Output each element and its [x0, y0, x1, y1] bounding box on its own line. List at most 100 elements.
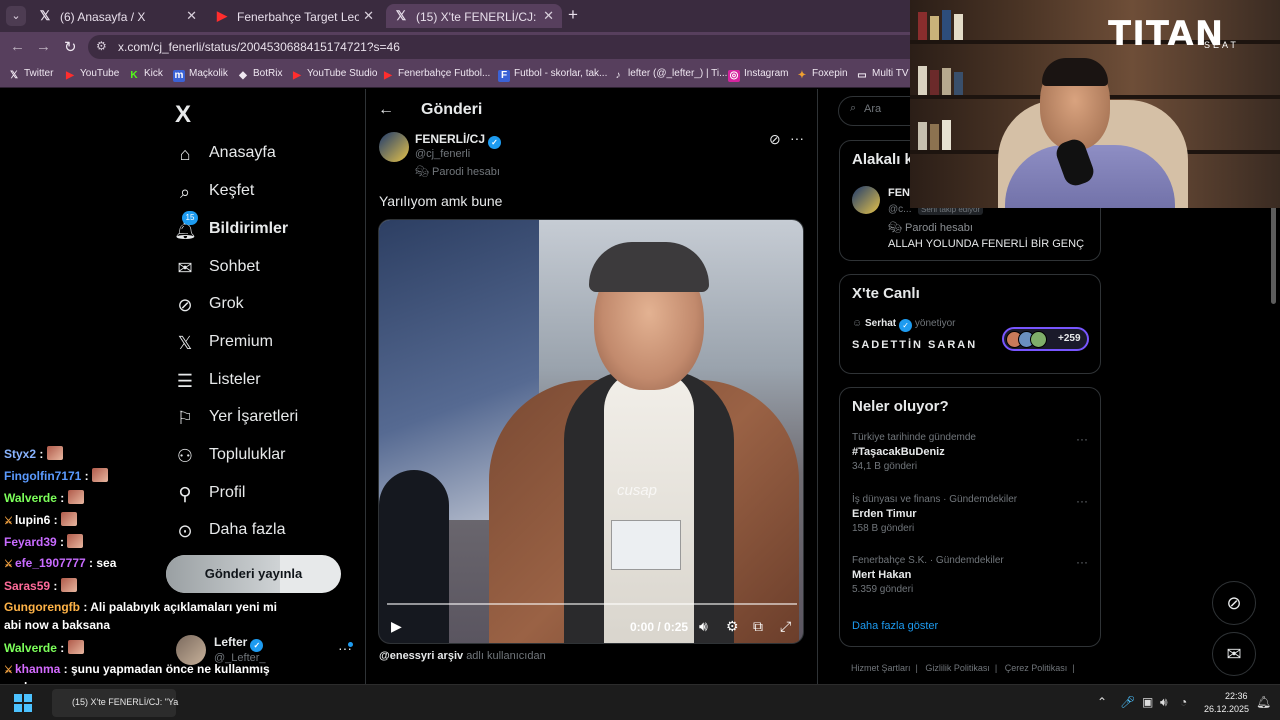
wifi-icon[interactable]: ◔ [1180, 695, 1187, 709]
home-icon: ⌂ [179, 144, 191, 164]
chat-message: ⚔ khanma : şunu yapmadan önce ne kullanmı… [4, 662, 270, 676]
live-on-x-card[interactable]: X'te Canlı ☺ Serhat ✓ yönetiyor SADETTİN … [839, 274, 1101, 374]
microphone-icon[interactable]: 🎤︎ [1120, 695, 1135, 709]
new-tab-button[interactable]: + [568, 6, 578, 24]
bookmark-futbol[interactable]: F Futbol - skorlar, tak... [498, 68, 607, 82]
footer-link[interactable]: Çerez Politikası [1005, 663, 1068, 673]
volume-icon[interactable]: 🔊︎ [1160, 695, 1168, 710]
trend-name: #TaşacakBuDeniz [852, 446, 945, 458]
search-placeholder: Ara [864, 103, 882, 115]
fullscreen-icon[interactable]: ⤢ [780, 618, 791, 635]
streamer-hair [1042, 58, 1108, 86]
settings-icon[interactable]: ⚙ [726, 618, 739, 635]
tab-home[interactable]: 𝕏 (6) Anasayfa / X ✕ [30, 4, 205, 28]
host-avatar-icon: ☺ [852, 318, 865, 329]
reload-icon[interactable]: ↻ [64, 38, 77, 56]
sub-badge-icon: ⚔ [4, 559, 13, 570]
footer-link[interactable]: Hizmet Şartları [851, 663, 911, 673]
grok-fab-button[interactable]: ⊘ [1212, 581, 1256, 625]
parody-label: 🎭︎ Parodi hesabı [888, 222, 973, 234]
bookmark-twitter[interactable]: 𝕏 Twitter [8, 68, 53, 82]
verified-icon: ✓ [488, 136, 502, 149]
bookmark-foxepin[interactable]: ✦ Foxepin [796, 68, 848, 82]
bookmark-fenerbahce[interactable]: ▶ Fenerbahçe Futbol... [382, 68, 490, 82]
tweet-author-handle[interactable]: @cj_fenerli [415, 148, 470, 160]
book [942, 120, 951, 150]
chat-username: khanma [14, 662, 61, 676]
url-text[interactable]: x.com/cj_fenerli/status/2004530688415174… [118, 40, 400, 54]
mask-icon: 🎭︎ [415, 166, 433, 178]
bookmark-multitv[interactable]: ▭ Multi TV [856, 68, 908, 82]
tweet-video[interactable]: cusap ▶ 0:00 / 0:25 🔊︎ ⚙ ⧉ ⤢ [378, 219, 804, 644]
grok-icon[interactable]: ⊘ [769, 131, 781, 148]
mail-icon: ✉ [177, 258, 193, 278]
live-listeners-pill[interactable]: +259 [1002, 327, 1089, 351]
trend-count: 158 B gönderi [852, 523, 915, 534]
trend-name: Erden Timur [852, 508, 917, 520]
bookmark-kick[interactable]: K Kick [128, 68, 163, 82]
x-logo[interactable]: X [175, 101, 191, 129]
video-progress-bar[interactable] [387, 603, 797, 605]
tab-list-chevron-icon[interactable]: ⌄ [6, 6, 26, 26]
bookmark-instagram[interactable]: ◎ Instagram [728, 68, 788, 82]
bookmark-tiktok[interactable]: ♪ lefter (@_lefter_) | Ti... [612, 68, 728, 82]
back-icon[interactable]: ← [10, 38, 25, 55]
show-more-link[interactable]: Daha fazla göster [852, 620, 938, 632]
close-icon[interactable]: ✕ [543, 8, 554, 24]
sidebar-item-label: Yer İşaretleri [209, 408, 299, 425]
search-icon: ⌕ [850, 102, 857, 114]
chat-text: sea [96, 556, 117, 570]
chat-message: ⚔ efe_1907777 : sea [4, 556, 116, 570]
x-icon: 𝕏 [395, 8, 407, 23]
footer-link[interactable]: Gizlilik Politikası [925, 663, 990, 673]
book [930, 16, 939, 40]
more-icon[interactable]: ··· [790, 130, 804, 146]
chat-separator: : [56, 535, 68, 549]
chat-separator: : [79, 600, 91, 614]
forward-icon[interactable]: → [36, 38, 51, 55]
trend-item[interactable]: Fenerbahçe S.K. · Gündemdekiler Mert Hak… [852, 555, 1004, 595]
play-icon[interactable]: ▶ [391, 618, 402, 635]
more-icon[interactable]: ··· [1076, 432, 1088, 446]
list-icon: ☰ [176, 371, 194, 391]
more-icon[interactable]: ··· [1076, 494, 1088, 508]
chevron-up-icon[interactable]: ⌃ [1097, 695, 1107, 709]
bookmark-botrix[interactable]: ◆ BotRix [237, 68, 282, 82]
avatar[interactable] [852, 186, 880, 214]
notifications-icon[interactable]: 🔔︎ [1256, 695, 1271, 709]
avatar[interactable] [379, 132, 409, 162]
stream-chat-overlay: Styx2 : Fingolfin7171 : Walverde : ⚔ lupi… [0, 440, 277, 720]
bookmark-mackolik[interactable]: m Maçkolik [173, 68, 228, 82]
sidebar-item-label: Sohbet [209, 258, 260, 275]
x-icon: 𝕏 [9, 70, 19, 81]
messages-fab-button[interactable]: ✉ [1212, 632, 1256, 676]
close-icon[interactable]: ✕ [186, 8, 197, 24]
chat-username: Walverde [4, 641, 57, 655]
emote-icon [67, 490, 84, 504]
close-icon[interactable]: ✕ [363, 8, 374, 24]
site-settings-icon[interactable]: ⚙ [96, 39, 107, 53]
pip-icon[interactable]: ⧉ [753, 618, 763, 635]
chat-message: abi now a baksana [4, 618, 110, 632]
footer-links: Hizmet Şartları | Gizlilik Politikası | … [851, 663, 1075, 673]
trend-meta: Türkiye tarihinde gündemde [852, 432, 976, 443]
tab-youtube[interactable]: ▶ Fenerbahçe Target Leon Goretzka ✕ [207, 4, 382, 28]
tab-active-tweet[interactable]: 𝕏 (15) X'te FENERLİ/CJ: "Yarılıyom ✕ [386, 4, 562, 28]
emote-icon [92, 468, 109, 482]
trend-item[interactable]: İş dünyası ve finans · Gündemdekiler Erd… [852, 494, 1017, 534]
book [930, 124, 939, 150]
trend-item[interactable]: Türkiye tarihinde gündemde #TaşacakBuDen… [852, 432, 976, 472]
chat-text: Ali palabıyık açıklamaları yeni mi [90, 600, 277, 614]
back-arrow-icon[interactable]: ← [378, 101, 394, 119]
column-divider [817, 89, 818, 684]
volume-icon[interactable]: 🔊︎ [699, 618, 708, 635]
bookmark-youtube-studio[interactable]: ▶ YouTube Studio [291, 68, 377, 82]
youtube-icon: ▶ [66, 70, 74, 81]
chat-username: efe_1907777 [14, 556, 86, 570]
more-icon[interactable]: ··· [1076, 555, 1088, 569]
tweet-author-name[interactable]: FENERLİ/CJ ✓ [415, 132, 502, 149]
address-bar[interactable]: ⚙ x.com/cj_fenerli/status/20045306884151… [88, 35, 988, 59]
windows-start-icon[interactable] [14, 694, 32, 712]
network-icon[interactable]: ▣ [1142, 695, 1153, 709]
bookmark-youtube[interactable]: ▶ YouTube [64, 68, 119, 82]
